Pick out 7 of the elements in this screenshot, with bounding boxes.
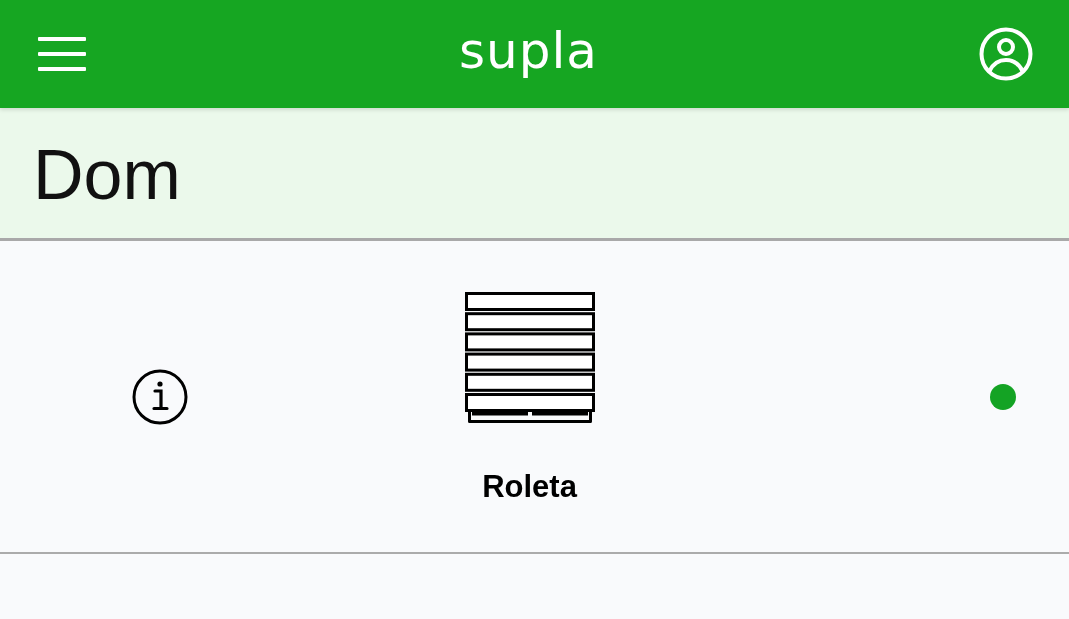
location-name: Dom [33,136,181,210]
roller-shutter-icon [464,291,595,424]
menu-icon[interactable] [38,37,86,71]
info-icon[interactable] [132,368,188,425]
app-title: supla [459,26,598,82]
user-profile-icon[interactable] [979,27,1033,81]
channel-name: Roleta [482,467,577,506]
